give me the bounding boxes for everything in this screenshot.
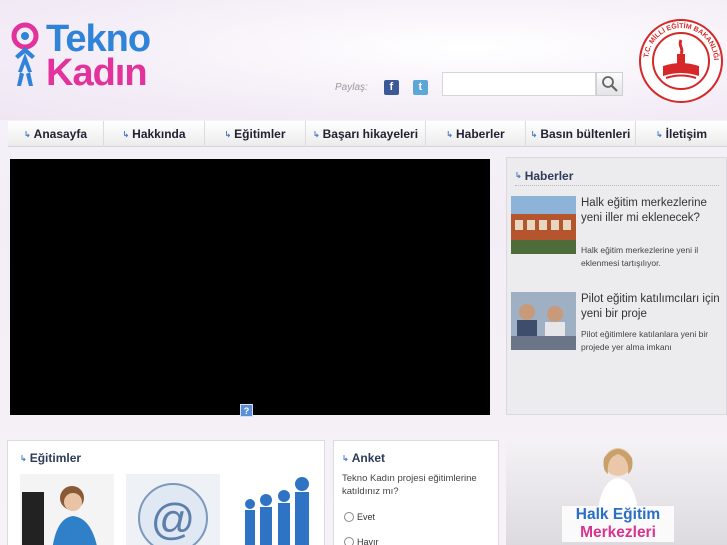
facebook-icon[interactable]: f — [383, 79, 399, 95]
promo-line1: Halk Eğitim — [575, 506, 661, 523]
nav-item-basin-bultenleri[interactable]: ↳ Basın bültenleri — [526, 121, 636, 147]
svg-text:@: @ — [151, 495, 196, 544]
arrow-icon: ↳ — [515, 171, 522, 180]
education-thumbnail[interactable] — [230, 474, 324, 545]
nav-item-egitimler[interactable]: ↳ Eğitimler — [205, 121, 306, 147]
news-item[interactable]: Pilot eğitim katılımcıları için yeni bir… — [511, 292, 723, 372]
education-thumbnail[interactable]: @ — [126, 474, 220, 545]
missing-plugin-icon[interactable]: ? — [240, 404, 253, 417]
poll-section-title: ↳ Anket — [342, 451, 385, 465]
poll-title-label: Anket — [351, 451, 386, 465]
news-title-label: Haberler — [524, 168, 574, 183]
news-thumbnail[interactable] — [511, 292, 576, 350]
promo-person-image — [598, 448, 638, 510]
ministry-seal-logo: T.C. MİLLİ EĞİTİM BAKANLIĞI — [639, 19, 723, 103]
woman-figure-icon — [11, 22, 39, 86]
main-navigation: ↳ Anasayfa ↳ Hakkında ↳ Eğitimler ↳ Başarı h… — [8, 121, 727, 147]
arrow-icon: ↳ — [446, 129, 453, 139]
nav-item-anasayfa[interactable]: ↳ Anasayfa — [8, 121, 104, 147]
nav-item-label: Hakkında — [132, 127, 186, 141]
search-icon — [601, 76, 618, 92]
nav-item-hakkinda[interactable]: ↳ Hakkında — [104, 121, 205, 147]
search-button[interactable] — [596, 72, 623, 96]
nav-item-label: İletişim — [665, 127, 708, 141]
search-input[interactable] — [442, 72, 596, 96]
poll-question: Tekno Kadın projesi eğitimlerine katıldı… — [342, 473, 477, 497]
education-thumbnail[interactable] — [20, 474, 114, 545]
nav-item-label: Anasayfa — [33, 127, 88, 141]
arrow-icon: ↳ — [23, 129, 31, 139]
nav-item-label: Basın bültenleri — [540, 127, 631, 141]
news-item-title[interactable]: Halk eğitim merkezlerine yeni iller mi e… — [581, 196, 721, 226]
news-item-desc: Pilot eğitimlere katılanlara yeni bir pr… — [581, 329, 709, 352]
news-section-title: ↳ Haberler — [515, 166, 719, 186]
education-section: ↳ Eğitimler @ — [7, 440, 325, 545]
news-item-desc: Halk eğitim merkezlerine yeni il eklenme… — [581, 245, 699, 268]
arrow-icon: ↳ — [530, 129, 538, 139]
share-label: Paylaş: — [335, 81, 368, 93]
arrow-icon: ↳ — [20, 453, 27, 463]
nav-item-haberler[interactable]: ↳ Haberler — [426, 121, 526, 147]
nav-item-label: Başarı hikayeleri — [322, 127, 419, 141]
poll-section: ↳ Anket Tekno Kadın projesi eğitimlerine … — [333, 440, 499, 545]
video-player[interactable]: ? — [10, 159, 490, 417]
poll-option-label: Hayır — [357, 537, 379, 545]
nav-item-basari-hikayeleri[interactable]: ↳ Başarı hikayeleri — [306, 121, 426, 147]
radio-button[interactable] — [344, 512, 354, 522]
promo-line2: Merkezleri — [580, 524, 656, 541]
logo-text-kadin: Kadın — [46, 52, 148, 94]
nav-item-iletisim[interactable]: ↳ İletişim — [636, 121, 727, 147]
header: Tekno Kadın T.C. MİLLİ EĞİTİM BAKANLIĞI … — [0, 0, 727, 120]
twitter-icon[interactable]: t — [412, 79, 428, 95]
poll-option-label: Evet — [357, 512, 376, 522]
promo-banner[interactable]: Halk Eğitim Merkezleri — [506, 440, 727, 545]
radio-button[interactable] — [344, 537, 354, 545]
nav-item-label: Haberler — [456, 127, 505, 141]
arrow-icon: ↳ — [312, 129, 320, 139]
arrow-icon: ↳ — [122, 129, 130, 139]
arrow-icon: ↳ — [342, 453, 349, 463]
poll-option[interactable]: Evet — [344, 512, 375, 522]
news-item-title[interactable]: Pilot eğitim katılımcıları için yeni bir… — [581, 292, 721, 322]
arrow-icon: ↳ — [655, 129, 663, 139]
poll-option[interactable]: Hayır — [344, 537, 379, 545]
news-item[interactable]: Halk eğitim merkezlerine yeni iller mi e… — [511, 196, 723, 276]
arrow-icon: ↳ — [224, 129, 232, 139]
education-title-label: Eğitimler — [29, 451, 82, 465]
promo-text: Halk Eğitim Merkezleri — [562, 506, 674, 542]
news-thumbnail[interactable] — [511, 196, 576, 254]
site-logo[interactable]: Tekno Kadın — [8, 20, 168, 92]
nav-item-label: Eğitimler — [234, 127, 286, 141]
news-panel: ↳ Haberler Halk eğitim merkezlerine yeni … — [506, 157, 727, 415]
education-section-title: ↳ Eğitimler — [20, 451, 81, 465]
